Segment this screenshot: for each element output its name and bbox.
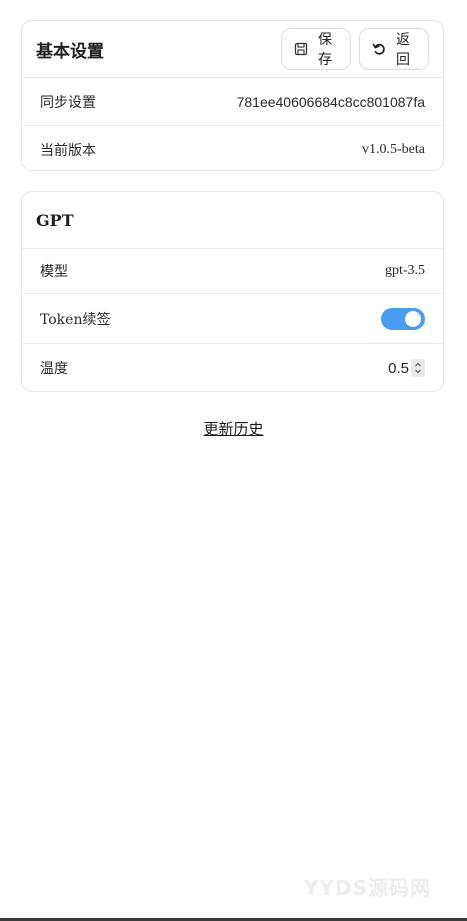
token-renew-label: Token续签 xyxy=(40,311,111,328)
current-version-value: v1.0.5-beta xyxy=(362,141,425,157)
gpt-settings-card: GPT 模型 gpt-3.5 Token续签 温度 0.5 xyxy=(21,191,444,392)
gpt-settings-header: GPT xyxy=(22,192,443,249)
spinner-arrows-icon xyxy=(415,362,421,374)
gpt-settings-title: GPT xyxy=(36,210,74,230)
temperature-row: 温度 0.5 xyxy=(22,344,443,391)
undo-icon xyxy=(372,42,386,56)
current-version-row: 当前版本 v1.0.5-beta xyxy=(22,126,443,170)
model-row[interactable]: 模型 gpt-3.5 xyxy=(22,249,443,294)
save-icon xyxy=(294,42,308,56)
header-actions: 保存 返回 xyxy=(281,28,429,70)
save-button-label: 保存 xyxy=(318,32,332,68)
back-button-label: 返回 xyxy=(396,32,410,68)
toggle-knob xyxy=(405,310,421,327)
sync-settings-label: 同步设置 xyxy=(40,94,96,111)
temperature-value[interactable]: 0.5 xyxy=(388,360,409,377)
basic-settings-title: 基本设置 xyxy=(36,41,104,62)
temperature-label: 温度 xyxy=(40,361,68,377)
token-renew-row: Token续签 xyxy=(22,294,443,344)
current-version-label: 当前版本 xyxy=(40,142,96,159)
model-label: 模型 xyxy=(40,264,68,280)
basic-settings-header: 基本设置 保存 返回 xyxy=(22,21,443,78)
model-value[interactable]: gpt-3.5 xyxy=(385,263,425,279)
sync-settings-row[interactable]: 同步设置 781ee40606684c8cc801087fa xyxy=(22,78,443,126)
watermark: YYDS源码网 xyxy=(304,876,431,900)
basic-settings-card: 基本设置 保存 返回 同步设置 781ee40606684c8cc801087f… xyxy=(21,20,444,171)
update-history-link[interactable]: 更新历史 xyxy=(0,418,467,439)
save-button[interactable]: 保存 xyxy=(281,28,351,70)
temperature-input[interactable]: 0.5 xyxy=(388,359,425,377)
sync-settings-value: 781ee40606684c8cc801087fa xyxy=(236,93,425,110)
token-renew-toggle[interactable] xyxy=(381,307,425,330)
back-button[interactable]: 返回 xyxy=(359,28,429,70)
temperature-spinner[interactable] xyxy=(411,359,425,377)
